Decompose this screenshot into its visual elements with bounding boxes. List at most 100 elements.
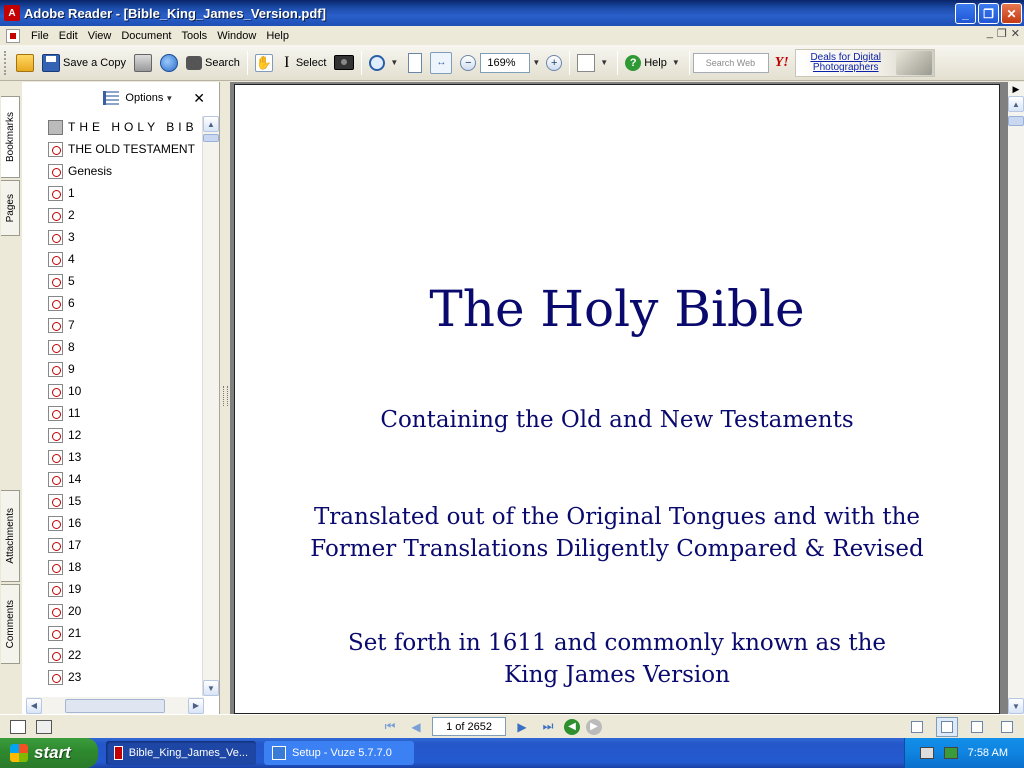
taskbar-item-vuze[interactable]: Setup - Vuze 5.7.7.0 [264,741,414,765]
bookmark-item[interactable]: 23 [22,666,202,688]
bookmark-item[interactable]: 1 [22,182,202,204]
doc-close-button[interactable]: ✕ [1011,27,1020,40]
minimize-button[interactable]: _ [955,3,976,24]
tab-pages[interactable]: Pages [1,180,20,236]
next-page-icon[interactable]: ▶ [512,718,532,736]
document-view[interactable]: The Holy Bible Containing the Old and Ne… [230,82,1008,714]
continuous-icon[interactable] [936,717,958,737]
document-icon[interactable] [6,28,20,43]
zoom-dropdown-icon[interactable]: ▼ [530,58,542,67]
bookmark-item[interactable]: 7 [22,314,202,336]
yahoo-logo[interactable]: Y! [769,55,795,71]
menu-file[interactable]: File [26,30,54,42]
bookmark-item[interactable]: 8 [22,336,202,358]
bookmark-item[interactable]: 13 [22,446,202,468]
bookmark-item[interactable]: 21 [22,622,202,644]
bookmark-item[interactable]: 17 [22,534,202,556]
tab-comments[interactable]: Comments [1,584,20,664]
bookmark-item[interactable]: 9 [22,358,202,380]
taskbar-item-adobe[interactable]: Bible_King_James_Ve... [106,741,256,765]
open-button[interactable] [12,50,38,76]
start-button[interactable]: start [0,738,98,768]
doc-minimize-button[interactable]: _ [987,27,993,40]
scroll-up-icon[interactable]: ▲ [203,116,219,132]
single-page-icon[interactable] [906,717,928,737]
bookmark-item[interactable]: THE HOLY BIB [22,116,202,138]
page-number-input[interactable]: 1 of 2652 [432,717,506,736]
zoom-input[interactable]: 169% [480,52,531,73]
bookmark-item[interactable]: 16 [22,512,202,534]
search-web-input[interactable]: Search Web [692,52,769,73]
bookmark-item[interactable]: 20 [22,600,202,622]
last-page-icon[interactable]: ⏭ [538,718,558,736]
close-button[interactable]: ✕ [1001,3,1022,24]
fit-width-button[interactable]: ↔ [426,50,456,76]
scroll-thumb[interactable] [203,134,219,142]
clock[interactable]: 7:58 AM [968,747,1008,759]
bookmark-item[interactable]: 5 [22,270,202,292]
keyboard-icon[interactable] [919,747,934,759]
select-tool-button[interactable]: I Select [277,50,331,76]
tab-bookmarks[interactable]: Bookmarks [1,96,20,178]
go-forward-icon[interactable]: ▶ [586,718,602,735]
chevron-down-icon[interactable]: ▼ [670,58,682,67]
ad-text-line1[interactable]: Deals for Digital [796,52,896,63]
first-page-icon[interactable]: ⏮ [380,718,400,736]
bookmark-item[interactable]: 19 [22,578,202,600]
adobe-reader-icon[interactable]: A [4,5,20,21]
bookmarks-horizontal-scrollbar[interactable]: ◀ ▶ [26,697,204,714]
search-button[interactable]: Search [182,50,244,76]
go-back-icon[interactable]: ◀ [564,718,580,735]
options-icon[interactable] [103,91,120,105]
chevron-down-icon[interactable]: ▼ [163,94,175,103]
menu-window[interactable]: Window [212,30,261,42]
hand-tool-button[interactable]: ✋ [251,50,277,76]
close-panel-icon[interactable]: ✕ [193,90,205,107]
expand-right-icon[interactable]: ▶ [1008,82,1024,96]
chevron-down-icon[interactable]: ▼ [388,58,400,67]
document-status-icon[interactable] [36,719,52,734]
menu-edit[interactable]: Edit [54,30,83,42]
document-vertical-scrollbar[interactable]: ▶ ▲ ▼ [1008,82,1024,714]
previous-page-icon[interactable]: ◀ [406,718,426,736]
menu-document[interactable]: Document [116,30,176,42]
page-layout-icon[interactable] [10,719,26,734]
restore-button[interactable]: ❐ [978,3,999,24]
menu-help[interactable]: Help [261,30,294,42]
bookmark-item[interactable]: 22 [22,644,202,666]
chevron-down-icon[interactable]: ▼ [598,58,610,67]
zoom-in-button[interactable]: + [542,50,566,76]
bookmark-item[interactable]: 10 [22,380,202,402]
snapshot-button[interactable] [330,50,358,76]
fit-page-button[interactable] [404,50,426,76]
toolbar-grip[interactable] [4,50,8,75]
tab-attachments[interactable]: Attachments [1,490,20,582]
scroll-right-icon[interactable]: ▶ [188,697,204,714]
bookmark-item[interactable]: 4 [22,248,202,270]
pages-tool-button[interactable]: ▼ [573,50,614,76]
email-button[interactable] [156,50,182,76]
continuous-facing-icon[interactable] [966,717,988,737]
ad-banner[interactable]: Deals for Digital Photographers [794,48,935,77]
ad-text-line2[interactable]: Photographers [796,62,896,73]
bookmark-item[interactable]: 14 [22,468,202,490]
options-menu[interactable]: Options [125,92,163,104]
bookmark-item[interactable]: 3 [22,226,202,248]
bookmark-item[interactable]: 11 [22,402,202,424]
menu-view[interactable]: View [83,30,117,42]
facing-icon[interactable] [996,717,1018,737]
scroll-down-icon[interactable]: ▼ [1008,698,1024,714]
pdf-page[interactable]: The Holy Bible Containing the Old and Ne… [234,84,1000,714]
help-button[interactable]: ? Help ▼ [621,50,686,76]
bookmark-item[interactable]: Genesis [22,160,202,182]
scroll-down-icon[interactable]: ▼ [203,680,219,696]
network-icon[interactable] [943,747,958,759]
bookmark-item[interactable]: 15 [22,490,202,512]
scroll-up-icon[interactable]: ▲ [1008,96,1024,112]
scroll-thumb[interactable] [65,698,165,713]
bookmarks-vertical-scrollbar[interactable]: ▲ ▼ [202,116,219,696]
scroll-thumb[interactable] [1008,116,1024,126]
doc-restore-button[interactable]: ❐ [997,27,1007,40]
bookmark-item[interactable]: THE OLD TESTAMENT [22,138,202,160]
bookmark-item[interactable]: 12 [22,424,202,446]
